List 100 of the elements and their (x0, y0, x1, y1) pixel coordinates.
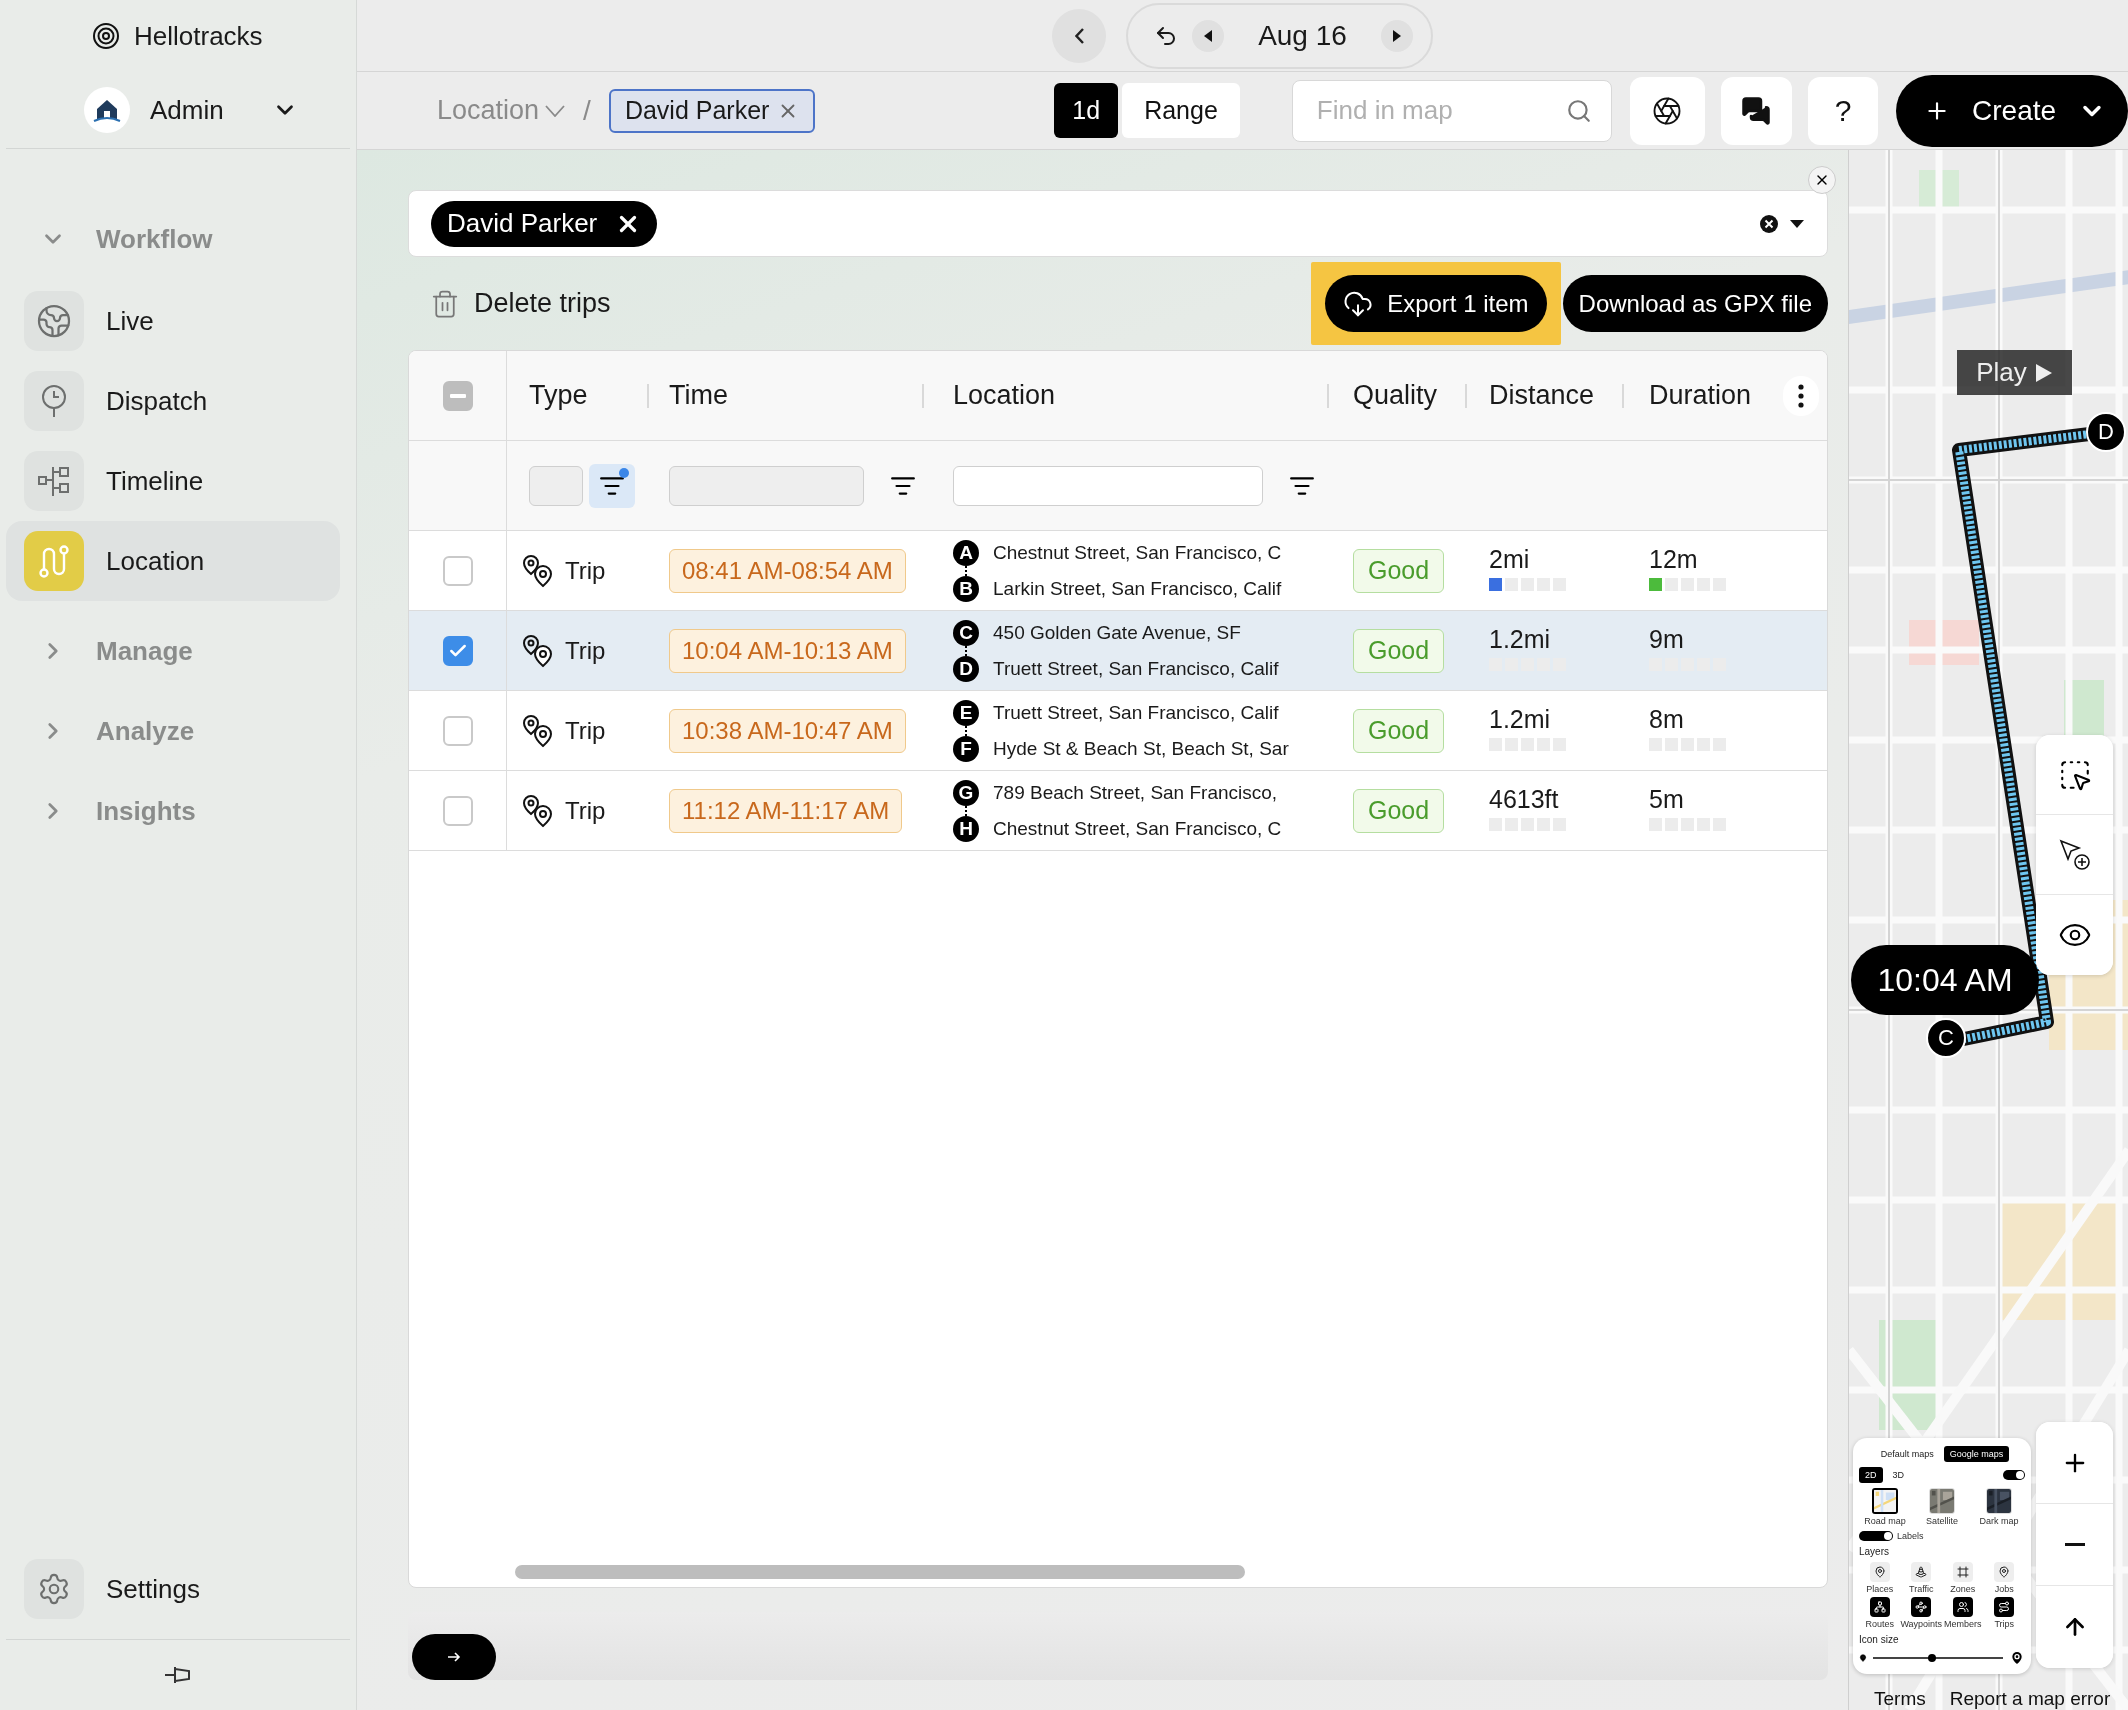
nav-item[interactable]: Live (6, 281, 340, 361)
clear-icon[interactable] (1759, 213, 1779, 234)
address-text: Hyde St & Beach St, Beach St, Sar (993, 737, 1289, 760)
arrow-right-icon (447, 1651, 461, 1663)
person-chip[interactable]: David Parker (431, 200, 658, 247)
chat-button[interactable] (1720, 76, 1792, 145)
column-header[interactable]: Type (529, 380, 588, 411)
person-chip[interactable]: David Parker (608, 88, 816, 133)
address-text: Truett Street, San Francisco, Calif (993, 657, 1279, 680)
distance-value: 2mi (1489, 545, 1531, 574)
duration-value: 8m (1649, 705, 1685, 734)
range-toggle-button[interactable]: Range (1122, 83, 1240, 138)
more-button[interactable] (1783, 375, 1819, 416)
location-pins-icon (521, 633, 555, 668)
address-text: Larkin Street, San Francisco, Calif (993, 577, 1282, 600)
trash-icon (430, 288, 460, 319)
avatar (84, 87, 130, 133)
column-header[interactable]: Quality (1353, 380, 1438, 411)
column-header[interactable]: Location (953, 380, 1056, 411)
settings-item[interactable]: Settings (6, 1549, 340, 1629)
date-label: Aug 16 (1258, 19, 1347, 52)
location-pins-icon (521, 553, 555, 588)
globe-icon (36, 303, 72, 339)
caret-down-icon[interactable] (1789, 218, 1805, 229)
type-cell: Trip (565, 556, 606, 585)
row-checkbox[interactable] (442, 795, 473, 826)
active-dot (619, 467, 629, 478)
export-button[interactable]: Export 1 item (1325, 275, 1547, 332)
stop-marker: C (953, 619, 979, 646)
duration-value: 9m (1649, 625, 1685, 654)
stop-marker: D (953, 655, 979, 682)
row-checkbox[interactable] (442, 555, 473, 586)
duration-value: 5m (1649, 785, 1685, 814)
stop-marker: B (953, 575, 979, 602)
nav-item[interactable]: Dispatch (6, 361, 340, 441)
search-field[interactable]: Find in map (1291, 79, 1612, 142)
distance-value: 4613ft (1489, 785, 1560, 814)
download-gpx-button[interactable]: Download as GPX file (1562, 275, 1828, 332)
time-range-chip: 10:38 AM-10:47 AM (669, 708, 906, 753)
location-pins-icon (521, 713, 555, 748)
next-day-button[interactable] (1380, 19, 1413, 52)
chat-icon (1741, 95, 1772, 126)
stop-marker: G (953, 779, 979, 806)
quality-chip: Good (1353, 628, 1445, 673)
column-header[interactable]: Distance (1489, 380, 1595, 411)
help-button[interactable]: ? (1807, 76, 1878, 145)
time-range-chip: 08:41 AM-08:54 AM (669, 548, 906, 593)
location-pins-icon (521, 793, 555, 828)
filter-button[interactable] (589, 463, 635, 508)
distance-value: 1.2mi (1489, 705, 1552, 734)
select-all-checkbox[interactable] (442, 380, 473, 411)
nav-item[interactable]: Location (6, 521, 340, 601)
column-header[interactable]: Duration (1649, 380, 1752, 411)
range-toggle-button[interactable]: 1d (1054, 83, 1119, 138)
breadcrumb-separator: / (583, 94, 591, 127)
time-range-chip: 10:04 AM-10:13 AM (669, 628, 906, 673)
connector-line (965, 645, 967, 656)
logo-icon (92, 22, 120, 50)
quality-chip: Good (1353, 708, 1445, 753)
stop-marker: A (953, 539, 979, 566)
connector-line (965, 565, 967, 576)
account-name: Admin (150, 94, 224, 126)
stop-marker: H (953, 815, 979, 842)
duration-value: 12m (1649, 545, 1699, 574)
type-cell: Trip (565, 636, 606, 665)
more-icon (1798, 383, 1804, 408)
type-cell: Trip (565, 796, 606, 825)
filter-input[interactable] (953, 465, 1263, 506)
triangle-right-icon (1391, 28, 1402, 43)
address-text: Truett Street, San Francisco, Calif (993, 701, 1279, 724)
quality-chip: Good (1353, 788, 1445, 833)
assistant-button[interactable] (1629, 76, 1705, 145)
column-header[interactable]: Time (669, 380, 728, 411)
row-checkbox[interactable] (442, 715, 473, 746)
settings-icon (37, 1572, 71, 1606)
chip-label: David Parker (447, 208, 598, 239)
aperture-icon (1652, 95, 1683, 126)
chevron-left-icon (1074, 27, 1084, 44)
filter-field[interactable] (669, 465, 864, 506)
distance-value: 1.2mi (1489, 625, 1552, 654)
brand-name: Hellotracks (134, 20, 263, 52)
dash-icon (449, 393, 466, 398)
nav-item[interactable]: Timeline (6, 441, 340, 521)
quality-chip: Good (1353, 548, 1445, 593)
row-checkbox[interactable] (442, 635, 473, 666)
connector-line (965, 805, 967, 816)
address-text: Chestnut Street, San Francisco, C (993, 541, 1282, 564)
expand-button[interactable] (412, 1634, 496, 1680)
filter-field[interactable] (529, 465, 583, 506)
address-text: 450 Golden Gate Avenue, SF (993, 621, 1241, 644)
connector-line (965, 725, 967, 736)
previous-day-button[interactable] (1192, 19, 1225, 52)
create-button[interactable]: Create (1896, 74, 2128, 147)
address-text: Chestnut Street, San Francisco, C (993, 817, 1282, 840)
stop-marker: E (953, 699, 979, 726)
chip-label: David Parker (624, 96, 770, 125)
address-text: 789 Beach Street, San Francisco, (993, 781, 1278, 804)
scrollbar-thumb[interactable] (515, 1565, 1245, 1579)
delete-trips-button[interactable]: Delete trips (430, 288, 611, 319)
chevron-down-icon (545, 104, 566, 117)
